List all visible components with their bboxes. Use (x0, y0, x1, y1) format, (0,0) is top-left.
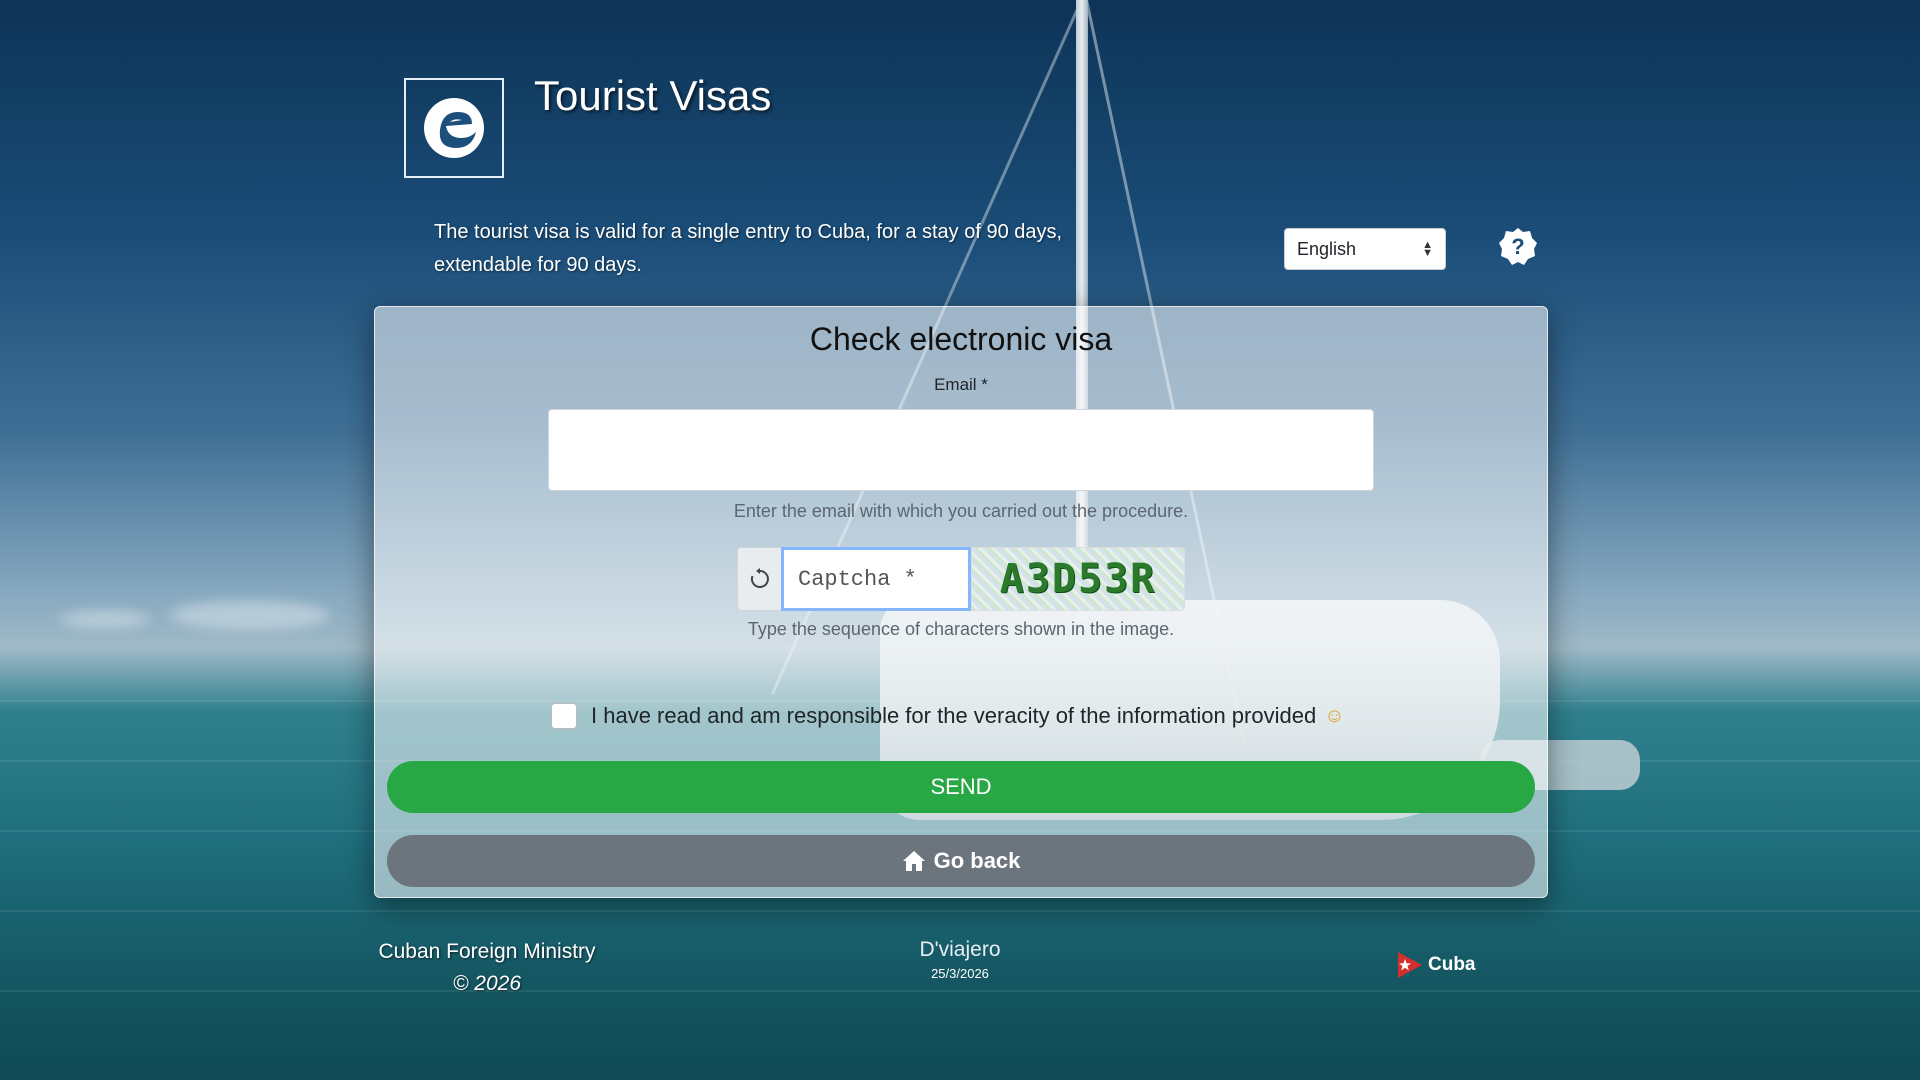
e-logo-icon (424, 98, 484, 158)
captcha-image: A3D53R (971, 547, 1185, 611)
select-arrows-icon: ▲ ▼ (1422, 239, 1433, 259)
footer-brand[interactable]: D'viajero 25/3/2026 (860, 938, 1060, 981)
cuba-star-flag-icon (1398, 952, 1422, 978)
email-label: Email * (934, 375, 988, 394)
email-field[interactable] (548, 409, 1374, 491)
page-title: Tourist Visas (534, 72, 772, 119)
send-button-label: SEND (930, 774, 992, 799)
ministry-name: Cuban Foreign Ministry (378, 940, 596, 963)
form-title: Check electronic visa (809, 321, 1113, 357)
language-value: English (1297, 238, 1357, 259)
check-visa-card: Check electronic visa Email * Enter the … (374, 306, 1548, 898)
language-select[interactable]: English ▲ ▼ (1284, 228, 1446, 270)
smile-emoji-icon: ☺ (1324, 704, 1345, 727)
home-icon (902, 851, 925, 871)
country-label: Cuba (1428, 954, 1476, 975)
go-back-label: Go back (933, 848, 1021, 873)
captcha-group: Captcha * A3D53R (737, 547, 1185, 611)
site-logo[interactable] (404, 78, 504, 178)
consent-checkbox[interactable] (551, 703, 577, 729)
svg-text:?: ? (1511, 234, 1524, 259)
footer-date: 25/3/2026 (931, 966, 989, 981)
consent-label[interactable]: I have read and am responsible for the v… (591, 703, 1316, 729)
captcha-placeholder: Captcha * (798, 566, 917, 592)
footer-ministry: Cuban Foreign Ministry © 2026 (374, 936, 600, 1000)
consent-row: I have read and am responsible for the v… (551, 703, 1345, 729)
captcha-image-text: A3D53R (999, 556, 1157, 602)
email-help-text: Enter the email with which you carried o… (733, 501, 1189, 521)
copyright-text: © 2026 (452, 972, 522, 995)
intro-text: The tourist visa is valid for a single e… (434, 221, 1063, 276)
cuba-logo[interactable]: Cuba (1394, 950, 1476, 980)
go-back-button[interactable]: Go back (387, 835, 1535, 887)
brand-name: D'viajero (919, 938, 1001, 961)
refresh-icon (750, 568, 769, 588)
question-badge-icon[interactable]: ? (1498, 226, 1538, 266)
captcha-refresh-button[interactable] (737, 547, 781, 611)
send-button[interactable]: SEND (387, 761, 1535, 813)
captcha-help-text: Type the sequence of characters shown in… (747, 619, 1175, 639)
captcha-input[interactable]: Captcha * (781, 547, 971, 611)
